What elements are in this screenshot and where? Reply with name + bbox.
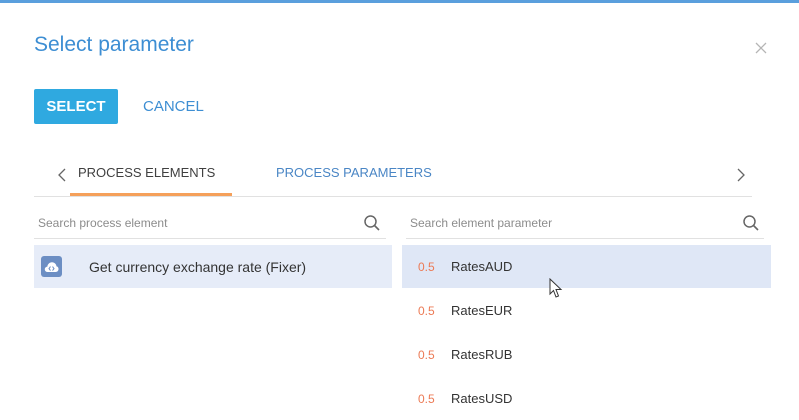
parameter-row[interactable]: 0.5 RatesRUB [402,333,771,376]
process-element-label: Get currency exchange rate (Fixer) [89,259,307,275]
parameter-row[interactable]: 0.5 RatesUSD [402,377,771,420]
select-button[interactable]: SELECT [34,89,118,124]
close-icon[interactable] [753,40,769,56]
process-element-item[interactable]: Get currency exchange rate (Fixer) [34,245,392,288]
parameter-row[interactable]: 0.5 RatesAUD [402,245,771,288]
parameter-name: RatesRUB [451,347,513,362]
search-icon[interactable] [363,214,381,232]
element-search-input[interactable]: Search process element [38,216,167,230]
cloud-code-icon [41,256,62,277]
parameter-name: RatesAUD [451,259,513,274]
parameter-name: RatesUSD [451,391,513,406]
element-search[interactable]: Search process element [34,208,386,239]
parameter-name: RatesEUR [451,303,513,318]
search-icon[interactable] [742,214,760,232]
tabs-divider [34,196,752,197]
number-type-badge: 0.5 [418,304,435,318]
number-type-badge: 0.5 [418,348,435,362]
cancel-button[interactable]: CANCEL [143,89,204,124]
tabs-scroll-left-icon[interactable] [57,168,67,182]
dialog-top-border [0,0,799,3]
number-type-badge: 0.5 [418,260,435,274]
parameter-search-input[interactable]: Search element parameter [410,216,552,230]
tabs-scroll-right-icon[interactable] [736,168,746,182]
parameter-search[interactable]: Search element parameter [406,208,764,239]
parameter-row[interactable]: 0.5 RatesEUR [402,289,771,332]
number-type-badge: 0.5 [418,392,435,406]
tab-process-elements[interactable]: PROCESS ELEMENTS [78,165,215,180]
tab-process-parameters[interactable]: PROCESS PARAMETERS [276,165,432,180]
dialog-title: Select parameter [34,33,194,56]
mouse-pointer-icon [549,278,563,298]
